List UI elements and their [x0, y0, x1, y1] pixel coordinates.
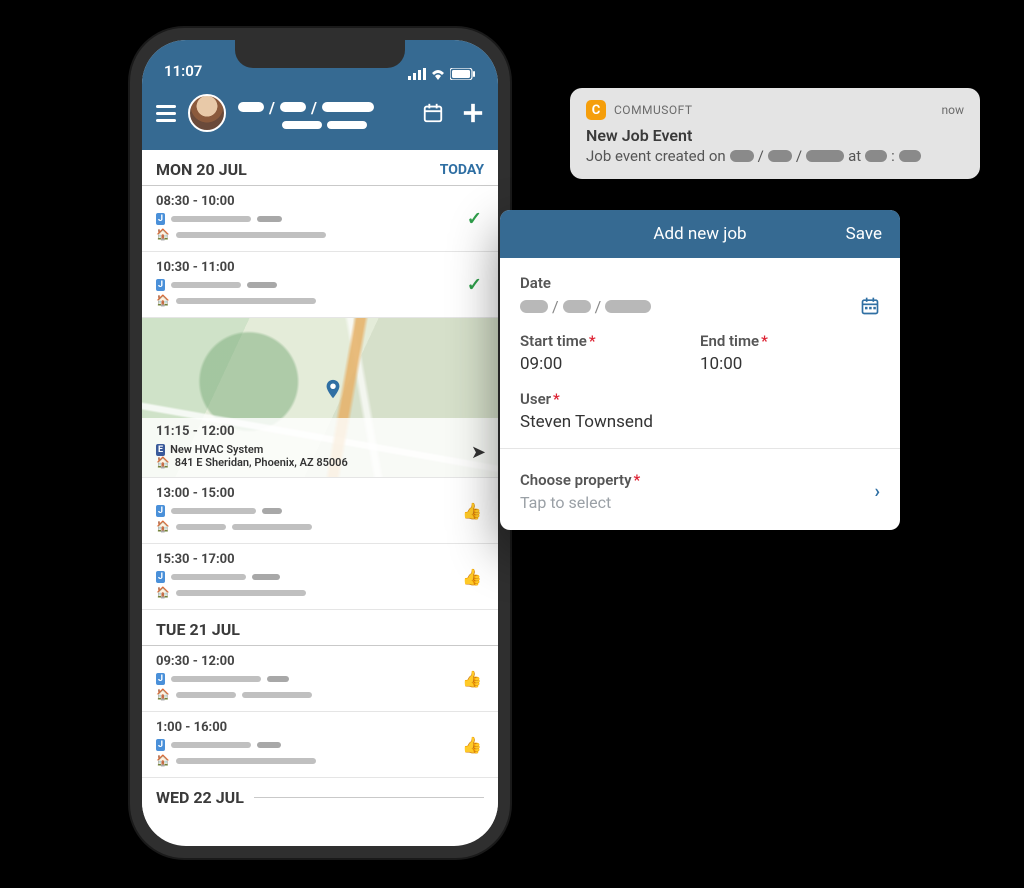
home-icon: 🏠 — [156, 520, 170, 533]
day-label: TUE 21 JUL — [156, 620, 240, 639]
push-notification[interactable]: C COMMUSOFT now New Job Event Job event … — [570, 88, 980, 179]
job-item[interactable]: 10:30 - 11:00 J 🏠 ✓ — [142, 252, 498, 318]
job-tag: J — [156, 505, 165, 517]
check-icon: ✓ — [467, 274, 482, 295]
check-icon: ✓ — [467, 208, 482, 229]
home-icon: 🏠 — [156, 456, 170, 469]
divider — [500, 448, 900, 449]
job-tag: J — [156, 213, 165, 225]
save-button[interactable]: Save — [846, 210, 882, 258]
job-map[interactable]: 11:15 - 12:00 E New HVAC System 🏠 841 E Sh… — [142, 318, 498, 478]
phone-frame: 11:07 / / — [130, 28, 510, 858]
thumbs-up-icon: 👍 — [462, 735, 482, 754]
wifi-icon — [430, 68, 446, 80]
notification-app-name: COMMUSOFT — [614, 103, 934, 117]
end-time-input[interactable]: 10:00 — [700, 354, 880, 374]
home-icon: 🏠 — [156, 586, 170, 599]
panel-title: Add new job — [653, 224, 746, 244]
job-time: 08:30 - 10:00 — [156, 194, 484, 209]
phone-notch — [235, 40, 405, 68]
property-label: Choose property* — [520, 471, 640, 489]
user-input[interactable]: Steven Townsend — [520, 412, 880, 432]
day-header: MON 20 JUL TODAY — [142, 150, 498, 186]
home-icon: 🏠 — [156, 688, 170, 701]
job-title: New HVAC System — [170, 443, 263, 456]
estimate-tag: E — [156, 444, 165, 456]
day-header: TUE 21 JUL — [142, 610, 498, 646]
notification-body-text: Job event created on — [586, 147, 726, 165]
chevron-right-icon: › — [875, 481, 880, 502]
add-icon[interactable] — [462, 102, 484, 124]
add-job-panel: Add new job Save Date // Start time* 09:… — [500, 210, 900, 530]
job-tag: J — [156, 571, 165, 583]
job-time: 09:30 - 12:00 — [156, 654, 484, 669]
header-info: / / — [238, 98, 410, 129]
job-item[interactable]: 09:30 - 12:00 J 🏠 👍 — [142, 646, 498, 712]
end-time-label: End time* — [700, 332, 880, 350]
job-item[interactable]: 15:30 - 17:00 J 🏠 👍 — [142, 544, 498, 610]
calendar-icon[interactable] — [422, 102, 444, 124]
notification-body: Job event created on // at : — [586, 147, 964, 165]
menu-icon[interactable] — [156, 105, 176, 122]
start-time-input[interactable]: 09:00 — [520, 354, 700, 374]
home-icon: 🏠 — [156, 228, 170, 241]
calendar-icon[interactable] — [860, 296, 880, 316]
app-header: / / — [142, 86, 498, 150]
status-icons — [408, 68, 476, 80]
job-tag: J — [156, 739, 165, 751]
job-tag: J — [156, 279, 165, 291]
job-time: 1:00 - 16:00 — [156, 720, 484, 735]
job-time: 11:15 - 12:00 — [156, 424, 484, 439]
thumbs-up-icon: 👍 — [462, 669, 482, 688]
start-time-label: Start time* — [520, 332, 700, 350]
job-item[interactable]: 08:30 - 10:00 J 🏠 ✓ — [142, 186, 498, 252]
job-address: 841 E Sheridan, Phoenix, AZ 85006 — [175, 456, 348, 469]
status-time: 11:07 — [164, 62, 202, 80]
day-label: MON 20 JUL — [156, 160, 247, 179]
map-pin-icon — [322, 378, 344, 400]
notification-title: New Job Event — [586, 126, 964, 145]
notification-app-icon: C — [586, 100, 606, 120]
job-time: 13:00 - 15:00 — [156, 486, 484, 501]
job-time: 15:30 - 17:00 — [156, 552, 484, 567]
notification-time: now — [942, 103, 965, 117]
signal-icon — [408, 68, 426, 80]
schedule-list[interactable]: MON 20 JUL TODAY 08:30 - 10:00 J 🏠 ✓ 10:… — [142, 150, 498, 836]
home-icon: 🏠 — [156, 294, 170, 307]
map-job-overlay[interactable]: 11:15 - 12:00 E New HVAC System 🏠 841 E Sh… — [142, 418, 498, 477]
thumbs-up-icon: 👍 — [462, 567, 482, 586]
home-icon: 🏠 — [156, 754, 170, 767]
choose-property-row[interactable]: Choose property* Tap to select › — [500, 457, 900, 530]
job-tag: J — [156, 673, 165, 685]
panel-header: Add new job Save — [500, 210, 900, 258]
phone-screen: 11:07 / / — [142, 40, 498, 846]
job-item[interactable]: 1:00 - 16:00 J 🏠 👍 — [142, 712, 498, 778]
date-input[interactable]: // — [520, 296, 880, 316]
today-link[interactable]: TODAY — [440, 162, 484, 178]
battery-icon — [450, 68, 476, 80]
avatar[interactable] — [188, 94, 226, 132]
thumbs-up-icon: 👍 — [462, 501, 482, 520]
property-placeholder: Tap to select — [520, 493, 640, 512]
job-item[interactable]: 13:00 - 15:00 J 🏠 👍 — [142, 478, 498, 544]
user-label: User* — [520, 390, 880, 408]
date-label: Date — [520, 274, 880, 292]
navigate-icon[interactable]: ➤ — [471, 442, 486, 463]
notification-body-text: at — [848, 147, 861, 165]
job-time: 10:30 - 11:00 — [156, 260, 484, 275]
day-label: WED 22 JUL — [156, 788, 244, 807]
day-header: WED 22 JUL — [142, 778, 498, 813]
